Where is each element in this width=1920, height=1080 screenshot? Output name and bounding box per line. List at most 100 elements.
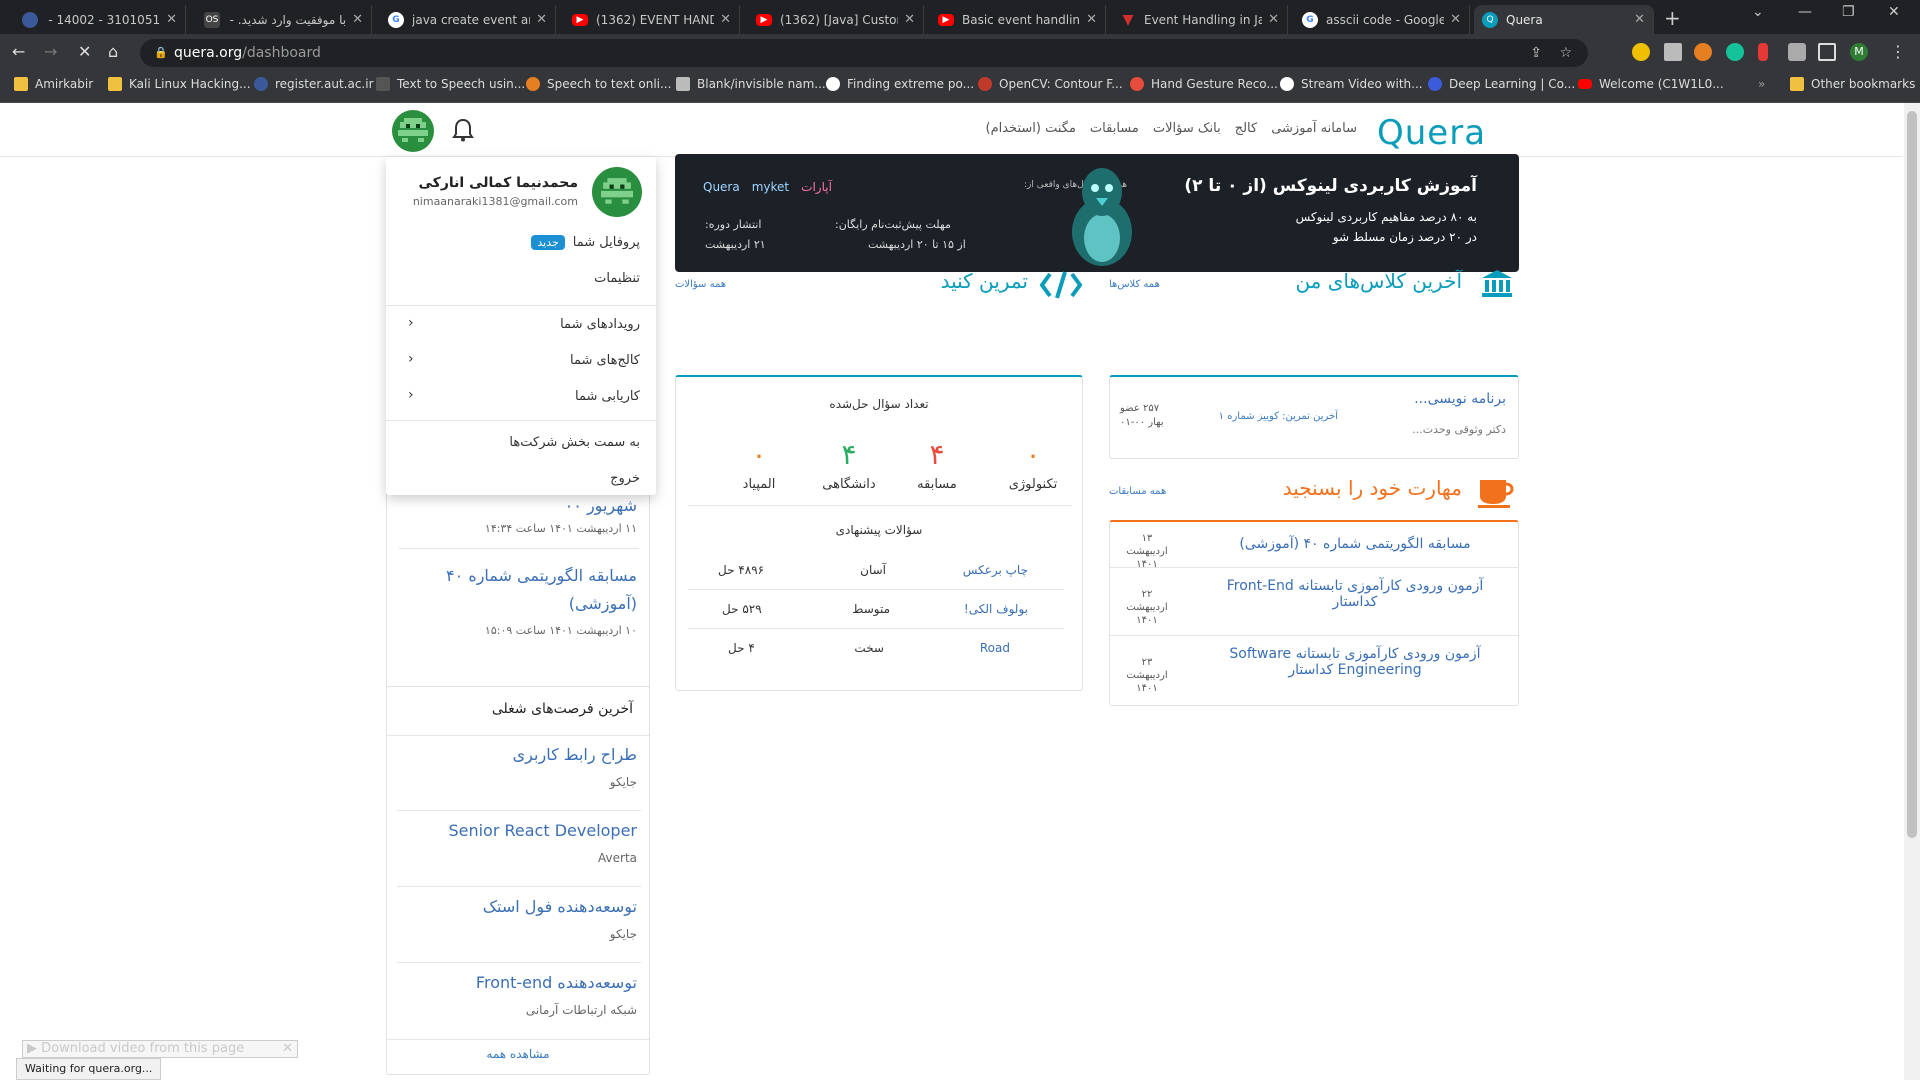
bookmark-star-icon[interactable]: ☆ — [1559, 39, 1572, 67]
menu-magnet[interactable]: مگنت (استخدام) — [986, 121, 1076, 136]
close-tab-icon[interactable]: ✕ — [904, 12, 915, 27]
side-panel-icon[interactable] — [1818, 43, 1836, 61]
share-icon[interactable]: ⇪ — [1530, 39, 1542, 67]
linux-course-banner[interactable]: آموزش کاربردی لینوکس (از ۰ تا ۲) به ۸۰ د… — [675, 154, 1519, 272]
banner-publish: انتشار دوره: — [705, 218, 762, 231]
avatar[interactable] — [392, 110, 434, 152]
new-tab-icon[interactable]: + — [1664, 6, 1681, 30]
extensions-puzzle-icon[interactable] — [1788, 43, 1806, 61]
bookmark-item[interactable]: OpenCV: Contour F... — [978, 77, 1123, 91]
status-bar: Waiting for quera.org... — [16, 1058, 162, 1080]
browser-tab-active[interactable]: Q Quera ✕ — [1474, 5, 1654, 34]
bookmark-item[interactable]: Welcome (C1W1L0... — [1578, 77, 1724, 91]
suggested-row[interactable]: چاپ برعکس آسان ۴۸۹۶ حل — [688, 551, 1064, 590]
menu-college[interactable]: کالج — [1235, 121, 1258, 136]
profile-avatar-icon[interactable]: M — [1850, 43, 1868, 61]
browser-tab[interactable]: ▶(1362) EVENT HANDLI✕ — [564, 5, 740, 34]
browser-tab[interactable]: ▶(1362) [Java] Custom E✕ — [748, 5, 924, 34]
aut-icon — [22, 11, 38, 28]
close-tab-icon[interactable]: ✕ — [166, 12, 177, 27]
contests-title: مهارت خود را بسنجید — [1282, 476, 1462, 500]
contest-date: ۲۳ اردیبهشت ۱۴۰۱ — [1126, 657, 1168, 694]
job-item[interactable]: توسعه‌دهنده فول استک جایکو — [397, 887, 641, 963]
home-icon[interactable]: ⌂ — [108, 42, 118, 61]
contest-row[interactable]: آزمون ورودی کارآموزی تابستانه Front-End … — [1110, 568, 1518, 636]
bookmark-item[interactable]: Blank/invisible nam... — [676, 77, 826, 91]
bookmark-item[interactable]: Kali Linux Hacking... — [108, 77, 251, 91]
job-item[interactable]: توسعه‌دهنده Front-end شبکه ارتباطات آرمان… — [397, 963, 641, 1039]
class-term: بهار ۰۰-۰۱ — [1120, 417, 1164, 428]
browser-tab[interactable]: 3101051 - 14002 - کار✕ — [14, 5, 186, 34]
scrollbar-thumb[interactable] — [1907, 111, 1917, 838]
grammarly-icon[interactable] — [1726, 43, 1744, 61]
other-bookmarks[interactable]: Other bookmarks — [1790, 77, 1915, 91]
close-tab-icon[interactable]: ✕ — [1086, 12, 1097, 27]
bookmark-item[interactable]: Amirkabir — [14, 77, 93, 91]
notification-bell-icon[interactable] — [452, 118, 474, 142]
back-icon[interactable]: ← — [12, 42, 25, 61]
close-tab-icon[interactable]: ✕ — [720, 12, 731, 27]
settings-link[interactable]: تنظیمات — [594, 271, 640, 286]
restore-icon[interactable]: ❐ — [1842, 4, 1855, 20]
banner-title: آموزش کاربردی لینوکس (از ۰ تا ۲) — [1184, 176, 1477, 196]
close-tab-icon[interactable]: ✕ — [1268, 12, 1279, 27]
browser-tab[interactable]: Gjava create event and l✕ — [380, 5, 556, 34]
companies-link[interactable]: به سمت بخش شرکت‌ها — [509, 435, 640, 450]
events-link[interactable]: رویدادهای شما — [560, 317, 640, 332]
bookmark-item[interactable]: Text to Speech usin... — [376, 77, 525, 91]
contest-row[interactable]: آزمون ورودی کارآموزی تابستانه Software E… — [1110, 636, 1518, 706]
browser-tab[interactable]: ▼Event Handling in Java✕ — [1112, 5, 1288, 34]
close-icon[interactable]: ✕ — [282, 1041, 293, 1057]
forward-icon[interactable]: → — [44, 42, 57, 61]
mic-icon[interactable] — [1758, 43, 1768, 61]
job-item[interactable]: Senior React Developer Averta — [397, 811, 641, 887]
close-tab-icon[interactable]: ✕ — [1450, 12, 1461, 27]
bookmark-item[interactable]: Deep Learning | Co... — [1428, 77, 1575, 91]
browser-tab[interactable]: ▶Basic event handling i✕ — [930, 5, 1106, 34]
bookmark-item[interactable]: Speech to text onli... — [526, 77, 671, 91]
event-title[interactable]: مسابقه الگوریتمی شماره ۴۰ (آموزشی) — [407, 562, 637, 618]
jobs-card: آخرین فرصت‌های شغلی طراح رابط کاربری جایک… — [386, 686, 650, 1075]
stop-loading-icon[interactable]: ✕ — [78, 42, 91, 61]
all-classes-link[interactable]: همه کلاس‌ها — [1109, 279, 1160, 290]
colleges-link[interactable]: کالج‌های شما — [570, 353, 640, 368]
close-tab-icon[interactable]: ✕ — [352, 12, 363, 27]
download-video-bar[interactable]: ▶ Download video from this page ✕ — [22, 1040, 298, 1058]
close-tab-icon[interactable]: ✕ — [1634, 12, 1645, 27]
minimize-icon[interactable]: — — [1798, 4, 1812, 20]
suggested-row[interactable]: بولوف الکی! متوسط ۵۲۹ حل — [688, 590, 1064, 629]
page-scrollbar[interactable] — [1904, 103, 1920, 1080]
profile-link[interactable]: پروفایل شما جدید — [531, 235, 640, 250]
close-tab-icon[interactable]: ✕ — [536, 12, 547, 27]
tab-search-icon[interactable]: ⌄ — [1752, 4, 1764, 20]
extension-icon[interactable] — [1632, 43, 1650, 61]
bookmark-item[interactable]: register.aut.ac.ir — [254, 77, 374, 91]
quera-logo[interactable]: Quera — [1377, 113, 1486, 153]
site-icon — [1130, 77, 1144, 91]
class-card[interactable]: برنامه نویسی... آخرین تمرین: کوییز شماره… — [1109, 375, 1519, 459]
browser-tab[interactable]: OS با موفقیت وارد شدید. - ✕ — [196, 5, 372, 34]
close-window-icon[interactable]: ✕ — [1888, 4, 1900, 20]
menu-problemset[interactable]: بانک سؤالات — [1153, 121, 1221, 136]
jobs-title: آخرین فرصت‌های شغلی — [491, 701, 633, 717]
contest-row[interactable]: مسابقه الگوریتمی شماره ۴۰ (آموزشی) ۱۳ ار… — [1110, 522, 1518, 570]
all-contests-link[interactable]: همه مسابقات — [1109, 486, 1166, 497]
menu-education[interactable]: سامانه آموزشی — [1271, 121, 1357, 136]
bookmark-item[interactable]: Hand Gesture Reco... — [1130, 77, 1278, 91]
jobs-link[interactable]: کاریابی شما — [575, 389, 640, 404]
bookmark-item[interactable]: Stream Video with... — [1280, 77, 1423, 91]
extension-icon[interactable] — [1664, 43, 1682, 61]
url-input[interactable]: 🔒 quera.org/dashboard ⇪ ☆ — [140, 39, 1588, 67]
job-item[interactable]: طراح رابط کاربری جایکو — [397, 735, 641, 811]
suggested-row[interactable]: Road سخت ۴ حل — [688, 629, 1064, 668]
extension-icon[interactable] — [1694, 43, 1712, 61]
all-problems-link[interactable]: همه سؤالات — [675, 279, 726, 290]
browser-tab[interactable]: Gasscii code - Google S✕ — [1294, 5, 1470, 34]
event-title[interactable]: شهریور ۰۰ — [565, 496, 637, 515]
logout-link[interactable]: خروج — [610, 471, 640, 486]
see-all-jobs-link[interactable]: مشاهده همه — [387, 1047, 649, 1061]
menu-contests[interactable]: مسابقات — [1090, 121, 1139, 136]
bookmark-item[interactable]: Finding extreme po... — [826, 77, 974, 91]
more-bookmarks-icon[interactable]: » — [1758, 77, 1765, 91]
more-menu-icon[interactable]: ⋮ — [1890, 42, 1906, 61]
